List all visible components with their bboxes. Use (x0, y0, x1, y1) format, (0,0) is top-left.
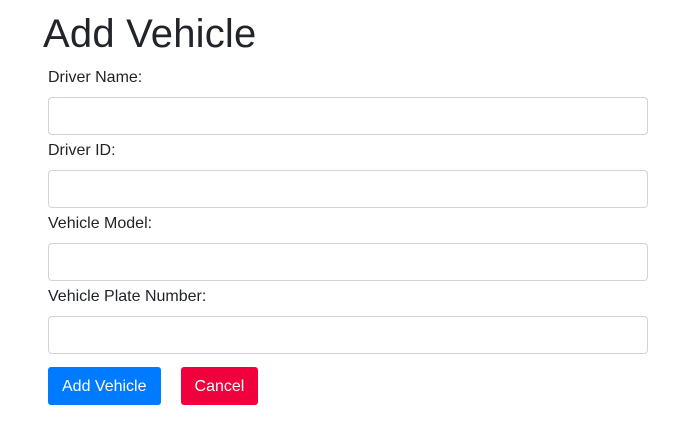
vehicle-plate-number-label: Vehicle Plate Number: (48, 288, 207, 305)
form-actions: Add Vehicle Cancel (48, 367, 259, 405)
add-vehicle-button[interactable]: Add Vehicle (48, 367, 161, 405)
driver-name-label: Driver Name: (48, 69, 143, 86)
page-title: Add Vehicle (43, 12, 257, 56)
vehicle-plate-number-input[interactable] (48, 316, 648, 354)
driver-id-label: Driver ID: (48, 142, 116, 159)
vehicle-model-group: Vehicle Model: (48, 212, 648, 281)
vehicle-plate-number-group: Vehicle Plate Number: (48, 285, 648, 354)
driver-id-group: Driver ID: (48, 139, 648, 208)
driver-name-group: Driver Name: (48, 66, 648, 135)
vehicle-model-input[interactable] (48, 243, 648, 281)
cancel-button[interactable]: Cancel (180, 367, 259, 405)
vehicle-model-label: Vehicle Model: (48, 215, 153, 232)
add-vehicle-page: Add Vehicle Driver Name: Driver ID: Vehi… (0, 0, 690, 430)
driver-name-input[interactable] (48, 97, 648, 135)
driver-id-input[interactable] (48, 170, 648, 208)
add-vehicle-form: Driver Name: Driver ID: Vehicle Model: V… (48, 62, 648, 354)
